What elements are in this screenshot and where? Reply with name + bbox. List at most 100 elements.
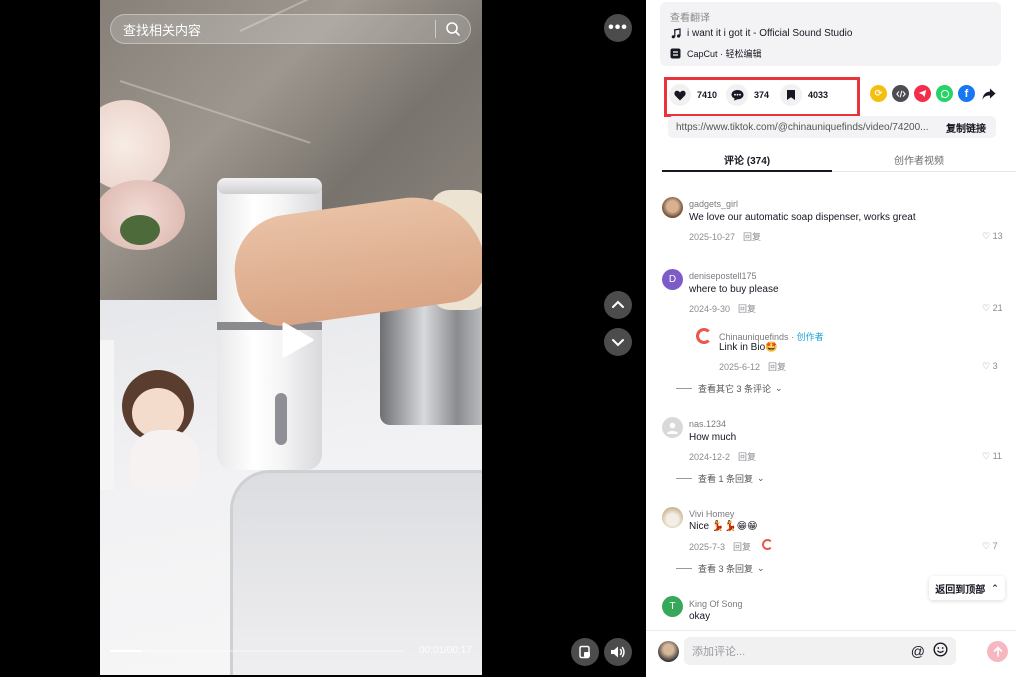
progress-bar[interactable] xyxy=(110,650,405,652)
comment-text: Link in Bio🤩 xyxy=(719,342,778,353)
comment-like[interactable]: ♡ 21 xyxy=(982,303,1003,314)
comment-username[interactable]: King Of Song xyxy=(689,599,743,609)
comment-count: 374 xyxy=(754,90,770,100)
comment-text: where to buy please xyxy=(689,284,779,295)
avatar[interactable] xyxy=(696,328,712,344)
dispenser-top xyxy=(217,178,322,194)
avatar[interactable] xyxy=(662,197,683,218)
comment-date: 2025-10-27 xyxy=(689,232,736,242)
current-user-avatar xyxy=(658,641,679,662)
more-replies-label: 查看 1 条回复 xyxy=(698,474,754,484)
volume-icon xyxy=(611,646,625,658)
avatar[interactable]: D xyxy=(662,269,683,290)
share-arrow-icon[interactable] xyxy=(980,85,997,102)
view-more-replies[interactable]: 查看 3 条回复 ⌄ xyxy=(676,562,765,575)
avatar[interactable] xyxy=(662,417,683,438)
reply-button[interactable]: 回复 xyxy=(733,542,751,552)
reply-button[interactable]: 回复 xyxy=(743,232,761,242)
chevron-down-icon: ⌄ xyxy=(757,473,765,483)
view-more-replies[interactable]: 查看其它 3 条评论 ⌄ xyxy=(676,382,783,395)
divider xyxy=(676,568,692,569)
like-count: 7410 xyxy=(697,90,718,100)
back-to-top-button[interactable]: 返回到顶部 ⌃ xyxy=(929,576,1005,600)
capcut-row[interactable]: CapCut · 轻松编辑 xyxy=(670,47,762,60)
avatar-letter: T xyxy=(669,601,676,612)
comment-like[interactable]: ♡ 7 xyxy=(982,541,998,552)
avatar[interactable] xyxy=(662,507,683,528)
send-arrow-icon[interactable] xyxy=(987,641,1008,662)
share-link-box: https://www.tiktok.com/@chinauniquefinds… xyxy=(668,116,996,138)
comment-meta: 2025-7-3 回复 xyxy=(689,540,759,553)
chevron-up-icon xyxy=(612,300,624,308)
video-search-box[interactable]: 查找相关内容 xyxy=(110,14,471,44)
save-button[interactable]: 4033 xyxy=(780,84,828,106)
emoji-icon[interactable] xyxy=(933,642,948,660)
video-info-box: 查看翻译 i want it i got it - Official Sound… xyxy=(660,2,1001,66)
volume-button[interactable] xyxy=(604,638,632,666)
comment-text: Nice 💃💃😁😁 xyxy=(689,521,758,532)
picture-in-picture-icon xyxy=(579,645,590,659)
comment-date: 2025-6-12 xyxy=(719,362,761,372)
chevron-down-icon xyxy=(612,339,624,347)
comment-composer: 添加评论... @ xyxy=(646,630,1016,677)
divider xyxy=(676,388,692,389)
comment-input[interactable]: 添加评论... @ xyxy=(684,637,956,665)
more-options-icon[interactable]: ••• xyxy=(604,14,632,42)
leaf xyxy=(120,215,160,245)
comment-username[interactable]: nas.1234 xyxy=(689,419,726,429)
tab-creator-videos[interactable]: 创作者视频 xyxy=(894,152,944,167)
comment-meta: 2025-10-27 回复 xyxy=(689,230,769,243)
search-icon[interactable] xyxy=(436,15,470,43)
creator-separator: · xyxy=(788,332,797,342)
copy-link-button[interactable]: 复制链接 xyxy=(946,120,986,135)
creator-badge: 创作者 xyxy=(796,332,824,342)
avatar[interactable]: T xyxy=(662,596,683,617)
comment-text: How much xyxy=(689,432,737,443)
tabs: 评论 (374) 创作者视频 xyxy=(662,146,1016,172)
view-more-replies[interactable]: 查看 1 条回复 ⌄ xyxy=(676,472,765,485)
previous-video-button[interactable] xyxy=(604,291,632,319)
comment-like-count: 3 xyxy=(992,361,998,371)
comment-like[interactable]: ♡ 3 xyxy=(982,361,998,372)
pip-button[interactable] xyxy=(571,638,599,666)
mention-button[interactable]: @ xyxy=(911,643,925,659)
repost-icon[interactable]: ⟳ xyxy=(870,85,887,102)
comment-username[interactable]: Vivi Homey xyxy=(689,509,734,519)
embed-icon[interactable] xyxy=(892,85,909,102)
play-icon[interactable] xyxy=(276,320,316,360)
comment-date: 2024-12-2 xyxy=(689,452,731,462)
comment-username[interactable]: gadgets_girl xyxy=(689,199,738,209)
comment-like-count: 21 xyxy=(992,303,1003,313)
music-title: i want it i got it - Official Sound Stud… xyxy=(687,28,853,39)
comment-like[interactable]: ♡ 13 xyxy=(982,231,1003,242)
translate-link[interactable]: 查看翻译 xyxy=(670,9,710,24)
reply-button[interactable]: 回复 xyxy=(738,452,756,462)
telegram-icon[interactable] xyxy=(914,85,931,102)
music-note-icon xyxy=(670,28,681,39)
comment-meta: 2024-9-30 回复 xyxy=(689,302,764,315)
more-replies-label: 查看 3 条回复 xyxy=(698,564,754,574)
reply-button[interactable]: 回复 xyxy=(738,304,756,314)
comment-like-count: 11 xyxy=(992,451,1002,461)
comment-like[interactable]: ♡ 11 xyxy=(982,451,1002,462)
more-replies-label: 查看其它 3 条评论 xyxy=(698,384,772,394)
creator-liked-icon xyxy=(762,539,773,550)
search-placeholder: 查找相关内容 xyxy=(123,22,202,38)
reply-button[interactable]: 回复 xyxy=(768,362,786,372)
comment-like-count: 13 xyxy=(992,231,1003,241)
music-row[interactable]: i want it i got it - Official Sound Stud… xyxy=(670,28,852,39)
comment-button[interactable]: 374 xyxy=(726,84,769,106)
like-button[interactable]: 7410 xyxy=(669,84,717,106)
comment-date: 2025-7-3 xyxy=(689,542,726,552)
details-panel: 查看翻译 i want it i got it - Official Sound… xyxy=(646,0,1016,677)
comment-username[interactable]: denisepostell175 xyxy=(689,271,757,281)
facebook-icon[interactable]: f xyxy=(958,85,975,102)
next-video-button[interactable] xyxy=(604,328,632,356)
video-url[interactable]: https://www.tiktok.com/@chinauniquefinds… xyxy=(676,122,938,133)
tab-comments[interactable]: 评论 (374) xyxy=(724,152,770,167)
avatar-letter: D xyxy=(668,274,677,285)
comment-text: okay xyxy=(689,611,711,622)
whatsapp-icon[interactable] xyxy=(936,85,953,102)
capcut-icon xyxy=(670,48,681,59)
video-player[interactable]: 查找相关内容 ••• 00:01/00:17 xyxy=(0,0,646,677)
